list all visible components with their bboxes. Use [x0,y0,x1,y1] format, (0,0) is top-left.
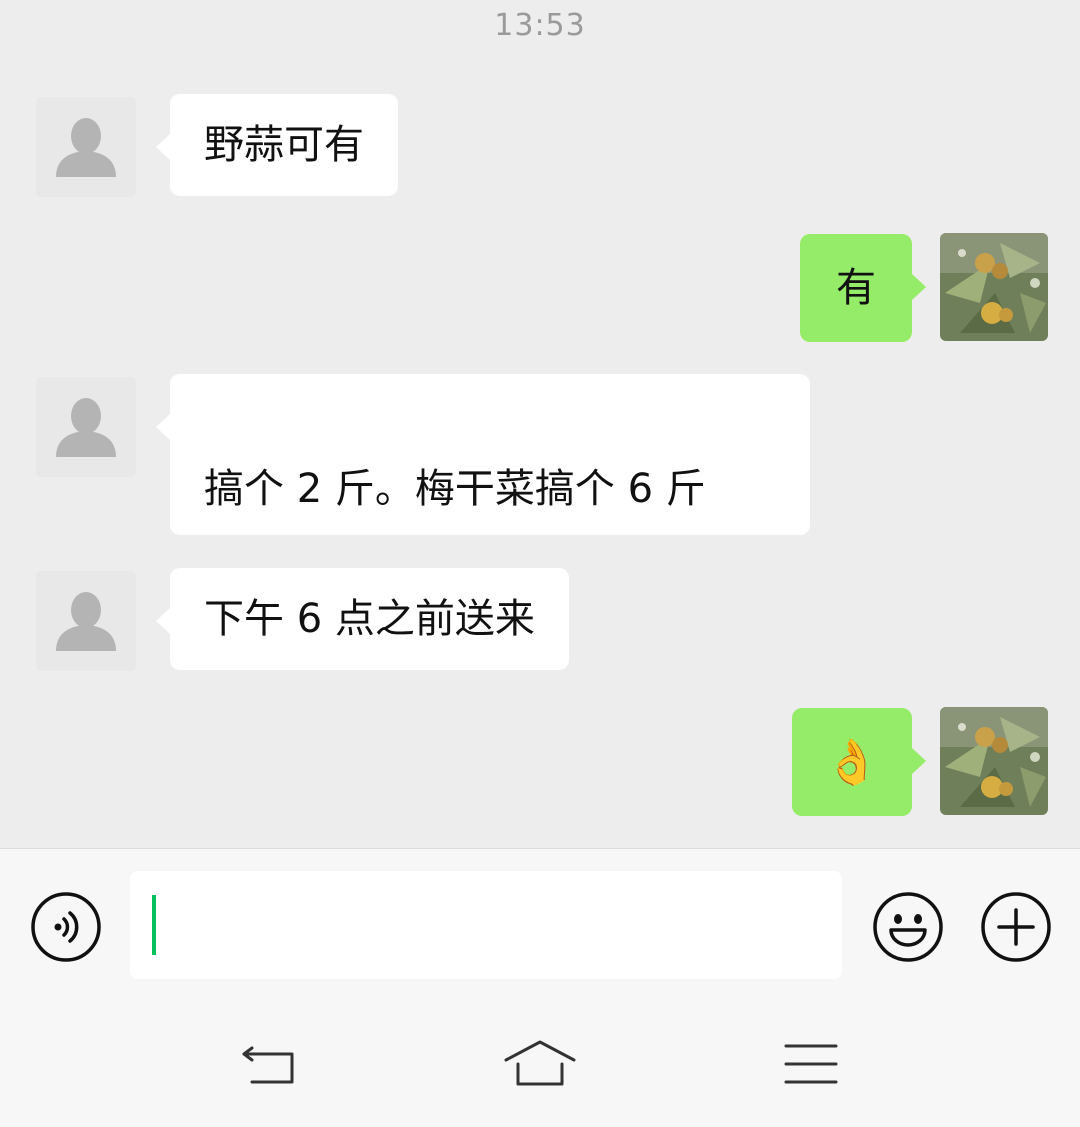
message-text-line: 搞个 2 斤。梅干菜搞个 6 斤 [204,466,706,512]
message-text: 有 [836,265,876,311]
leaf-photo-avatar [940,233,1048,341]
voice-button[interactable] [30,891,102,963]
plus-icon [981,892,1051,962]
menu-icon [784,1044,838,1084]
leaf-photo-avatar [940,707,1048,815]
home-icon [504,1040,576,1086]
ok-hand-emoji: 👌 [824,736,880,788]
message-bubble-incoming[interactable]: 搞个 2 斤。梅干菜搞个 6 斤 [156,374,810,535]
person-icon [56,592,116,651]
message-text: 下午 6 点之前送来 [204,596,535,642]
message-input-bar [0,848,1080,1003]
home-button[interactable] [504,1038,576,1094]
back-button[interactable] [236,1038,308,1094]
recent-apps-button[interactable] [776,1038,848,1094]
my-avatar[interactable] [940,233,1048,341]
message-bubble-outgoing[interactable]: 有 [800,234,926,342]
timestamp: 13:53 [494,8,586,43]
message-input[interactable] [130,871,842,979]
emoji-button[interactable] [872,891,944,963]
voice-icon [31,892,101,962]
more-button[interactable] [980,891,1052,963]
message-text-line [204,400,776,462]
my-avatar[interactable] [940,707,1048,815]
message-text: 野蒜可有 [204,122,364,168]
message-bubble-outgoing[interactable]: 👌 [792,708,926,816]
contact-avatar[interactable] [36,571,136,671]
system-navigation-bar [0,1002,1080,1127]
message-bubble-incoming[interactable]: 野蒜可有 [156,94,398,196]
contact-avatar[interactable] [36,377,136,477]
contact-avatar[interactable] [36,97,136,197]
back-icon [242,1046,294,1084]
text-caret [152,895,156,955]
message-bubble-incoming[interactable]: 下午 6 点之前送来 [156,568,569,670]
emoji-icon [873,892,943,962]
person-icon [56,118,116,177]
person-icon [56,398,116,457]
